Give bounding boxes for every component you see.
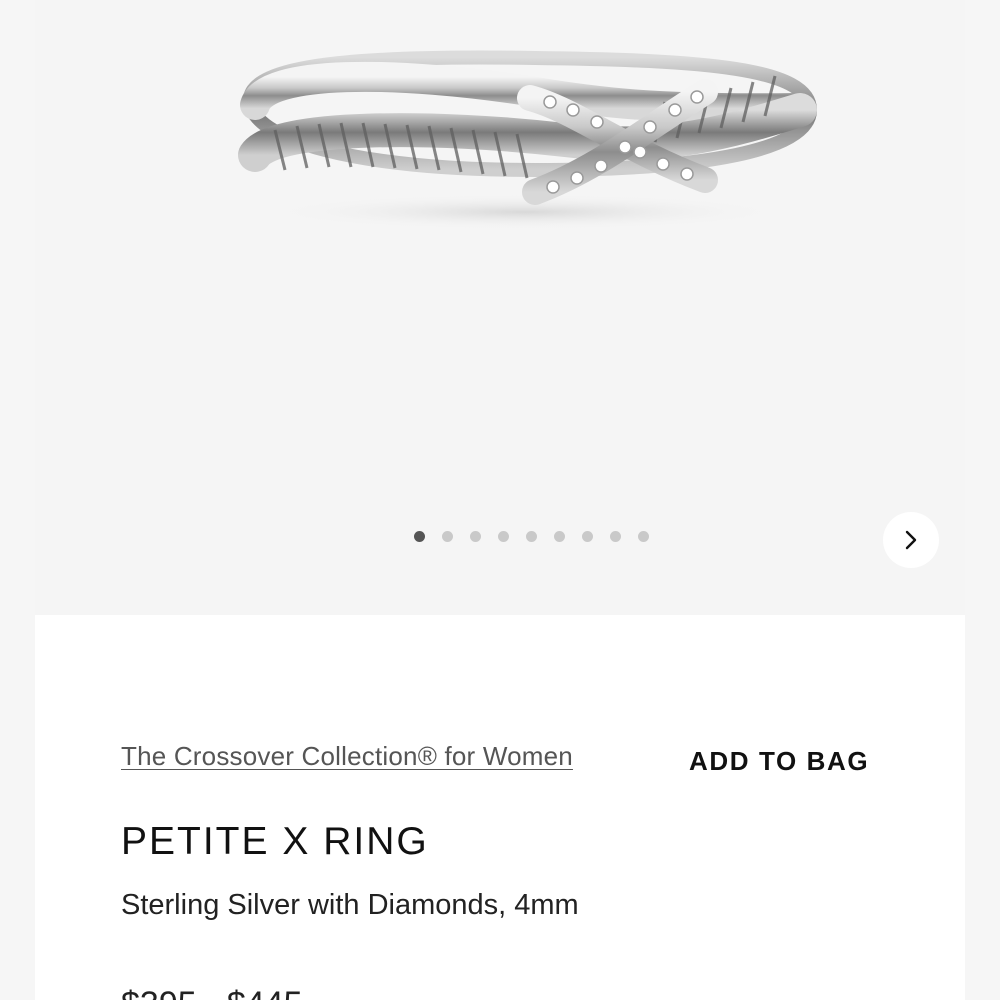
carousel-dot[interactable] [638, 530, 649, 542]
carousel-dot[interactable] [498, 530, 509, 542]
carousel-dot[interactable] [554, 530, 565, 542]
product-details: The Crossover Collection® for Women ADD … [35, 615, 965, 1000]
carousel-dot[interactable] [470, 530, 481, 542]
product-page: The Crossover Collection® for Women ADD … [0, 0, 1000, 1000]
product-subtitle: Sterling Silver with Diamonds, 4mm [121, 889, 579, 921]
gallery-slide[interactable] [35, 0, 965, 615]
carousel-dot[interactable] [442, 530, 453, 542]
product-image [238, 50, 818, 230]
carousel-dot[interactable] [526, 530, 537, 542]
chevron-right-icon [905, 530, 917, 550]
next-slide-button[interactable] [883, 512, 939, 568]
carousel-dot[interactable] [414, 530, 425, 542]
add-to-bag-button[interactable]: ADD TO BAG [689, 746, 869, 777]
carousel-dot[interactable] [610, 530, 621, 542]
collection-link[interactable]: The Crossover Collection® for Women [121, 741, 573, 772]
product-price: $395 - $445 [121, 985, 303, 1000]
product-image-gallery [0, 0, 1000, 615]
carousel-dot[interactable] [582, 530, 593, 542]
product-title: PETITE X RING [121, 820, 429, 863]
carousel-indicators [414, 529, 649, 543]
